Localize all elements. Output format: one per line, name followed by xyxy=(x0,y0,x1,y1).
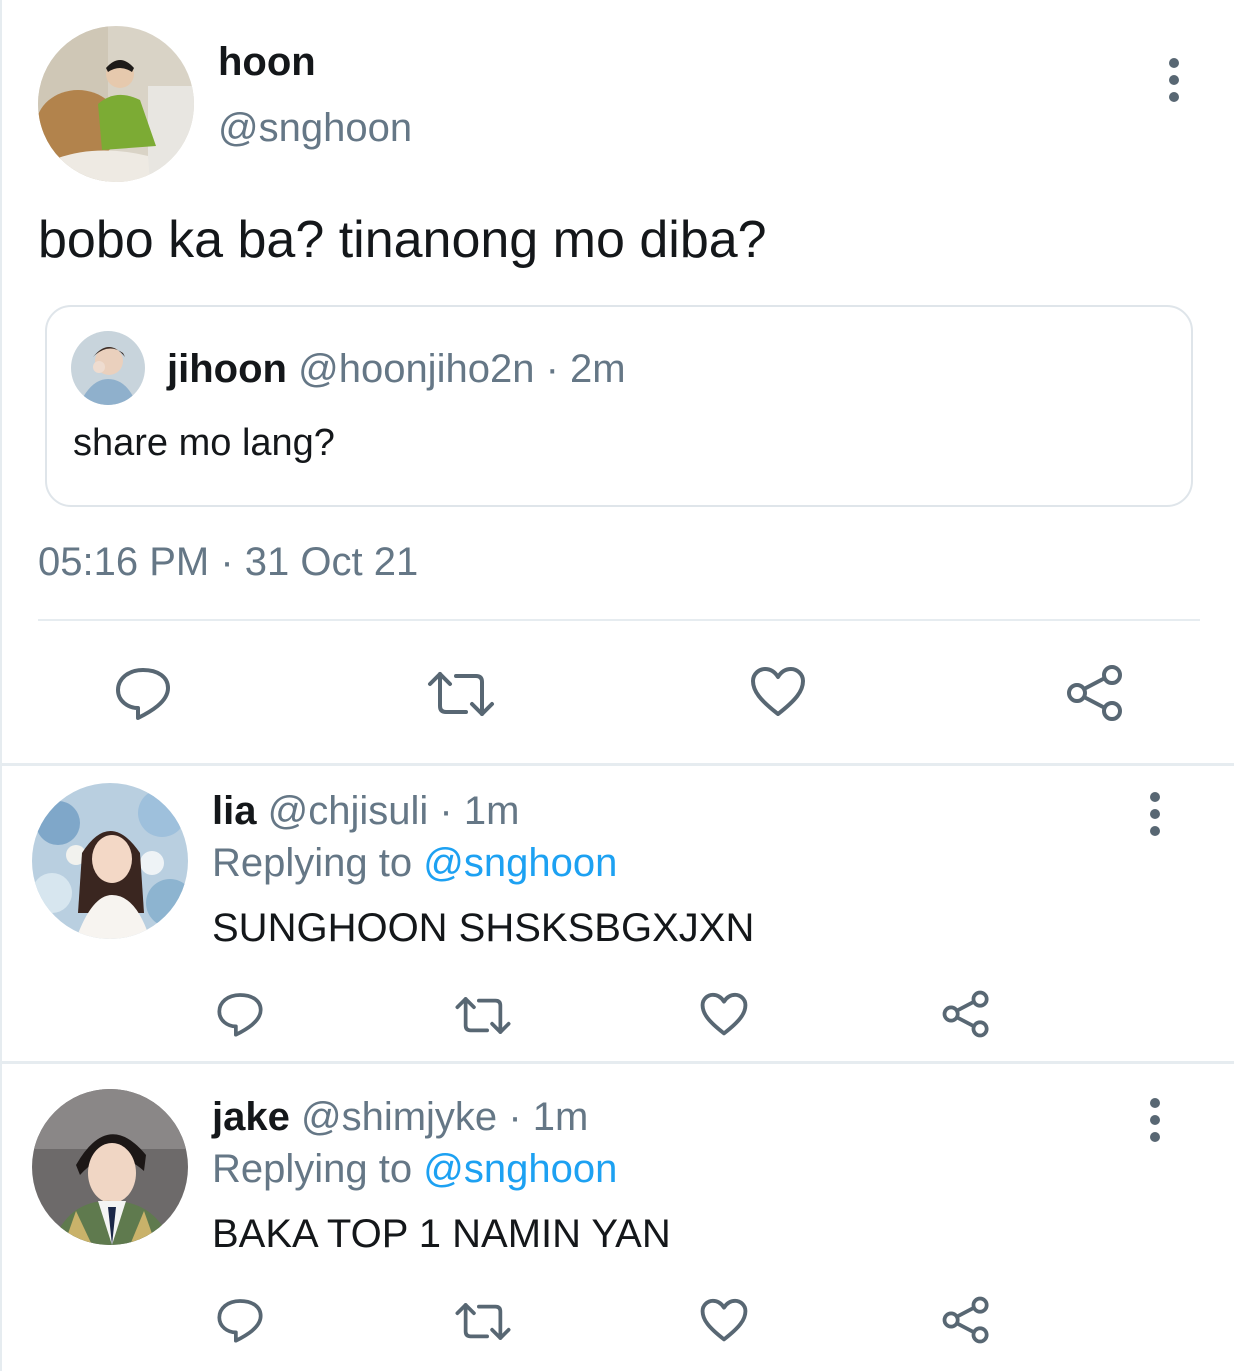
quoted-tweet-text: share mo lang? xyxy=(73,422,335,464)
reply-author-handle[interactable]: @chjisuli xyxy=(268,789,429,833)
quoted-age: 2m xyxy=(570,347,626,391)
replying-to-label: Replying to xyxy=(212,1147,413,1191)
avatar[interactable] xyxy=(38,26,194,182)
speech-bubble-icon xyxy=(116,668,170,720)
heart-icon xyxy=(700,992,748,1036)
author-handle[interactable]: @snghoon xyxy=(218,106,412,150)
reply-text: SUNGHOON SHSKSBGXJXN xyxy=(212,906,755,950)
author-name[interactable]: hoon xyxy=(218,40,316,84)
retweet-arrows-icon xyxy=(455,997,511,1034)
reply-button[interactable] xyxy=(114,664,172,722)
meta-separator: · xyxy=(508,1095,522,1139)
meta-separator: · xyxy=(545,347,559,391)
reply-header: lia @chjisuli · 1m xyxy=(212,788,519,834)
avatar[interactable] xyxy=(71,331,145,405)
reply-button[interactable] xyxy=(216,1296,264,1344)
replying-to-label: Replying to xyxy=(212,841,413,885)
share-button[interactable] xyxy=(942,1296,990,1344)
speech-bubble-icon xyxy=(217,993,263,1037)
meta-separator: · xyxy=(439,789,453,833)
replying-to-mention[interactable]: @snghoon xyxy=(423,841,617,885)
reply-author-handle[interactable]: @shimjyke xyxy=(301,1095,497,1139)
like-button[interactable] xyxy=(700,1298,748,1343)
share-button[interactable] xyxy=(1066,664,1124,722)
more-options-icon[interactable] xyxy=(1164,58,1184,102)
like-button[interactable] xyxy=(700,992,748,1037)
avatar[interactable] xyxy=(32,1089,188,1245)
quoted-author-handle[interactable]: @hoonjiho2n xyxy=(298,347,534,391)
retweet-button[interactable] xyxy=(454,994,512,1037)
replying-to-line: Replying to @snghoon xyxy=(212,840,617,886)
tweet-timestamp[interactable]: 05:16 PM · 31 Oct 21 xyxy=(38,540,418,584)
replying-to-line: Replying to @snghoon xyxy=(212,1146,617,1192)
more-options-icon[interactable] xyxy=(1145,792,1165,836)
tweet-text: bobo ka ba? tinanong mo diba? xyxy=(38,211,767,269)
quoted-tweet[interactable]: jihoon @hoonjiho2n · 2m share mo lang? xyxy=(45,305,1193,507)
reply-author-name[interactable]: lia xyxy=(212,789,256,833)
quoted-tweet-header: jihoon @hoonjiho2n · 2m xyxy=(167,347,626,391)
share-nodes-icon xyxy=(942,1296,989,1344)
retweet-button[interactable] xyxy=(454,1300,512,1343)
retweet-button[interactable] xyxy=(426,668,496,720)
retweet-arrows-icon xyxy=(428,672,494,716)
divider xyxy=(2,1061,1234,1064)
reply-button[interactable] xyxy=(216,990,264,1038)
reply-author-name[interactable]: jake xyxy=(212,1095,290,1139)
quoted-author-name[interactable]: jihoon xyxy=(167,347,287,391)
tweet-detail-page: hoon @snghoon bobo ka ba? tinanong mo di… xyxy=(0,0,1234,1371)
reply-text: BAKA TOP 1 NAMIN YAN xyxy=(212,1212,671,1256)
share-nodes-icon xyxy=(942,990,989,1038)
more-options-icon[interactable] xyxy=(1145,1098,1165,1142)
speech-bubble-icon xyxy=(217,1299,263,1343)
heart-icon xyxy=(700,1298,748,1342)
divider xyxy=(2,763,1234,766)
share-button[interactable] xyxy=(942,990,990,1038)
reply-age: 1m xyxy=(463,789,520,833)
reply-age: 1m xyxy=(532,1095,589,1139)
retweet-arrows-icon xyxy=(455,1303,511,1340)
avatar[interactable] xyxy=(32,783,188,939)
like-button[interactable] xyxy=(750,666,806,718)
share-nodes-icon xyxy=(1067,665,1122,721)
replying-to-mention[interactable]: @snghoon xyxy=(423,1147,617,1191)
heart-icon xyxy=(751,667,805,716)
reply-header: jake @shimjyke · 1m xyxy=(212,1094,588,1140)
divider xyxy=(38,619,1200,621)
